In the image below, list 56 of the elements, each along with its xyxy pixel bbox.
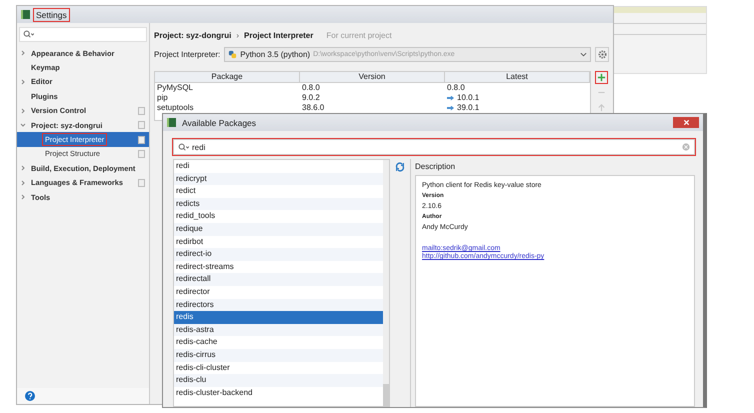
table-cell-text: 38.6.0 — [301, 103, 326, 113]
clear-icon[interactable] — [682, 143, 690, 151]
table-cell: 0.8.0 — [447, 83, 465, 93]
column-header[interactable]: Version — [300, 72, 445, 82]
add-icon[interactable] — [596, 72, 607, 83]
list-item[interactable]: redirector — [174, 286, 383, 299]
scrollbar[interactable] — [383, 160, 389, 406]
list-item[interactable]: redis-cli-cluster — [174, 362, 383, 374]
window-title: Settings — [34, 8, 69, 20]
column-header[interactable]: Package — [155, 72, 300, 82]
close-button[interactable] — [673, 117, 699, 128]
dialog-title: Available Packages — [181, 116, 258, 128]
table-cell: 39.0.1 — [457, 103, 480, 113]
table-cell-text: pip — [156, 93, 169, 103]
close-icon — [682, 119, 690, 126]
field-label: Project Interpreter: — [154, 50, 220, 58]
list-item[interactable]: redis-astra — [174, 324, 383, 336]
refresh-icon[interactable] — [395, 162, 405, 172]
help-icon[interactable] — [25, 391, 35, 401]
table-cell: 10.0.1 — [457, 93, 480, 103]
list-item[interactable]: redis-cirrus — [174, 348, 383, 362]
list-item[interactable]: redis-cluster-backend — [174, 386, 383, 400]
column-header[interactable]: Latest — [445, 72, 590, 82]
scope-note: For current project — [326, 30, 392, 40]
list-item[interactable]: redique — [174, 222, 383, 236]
table-cell-text: 0.8.0 — [301, 83, 321, 93]
list-item[interactable]: redicrypt — [174, 172, 383, 186]
list-item[interactable]: redicts — [174, 198, 383, 210]
table-cell-text: setuptools — [156, 103, 194, 113]
list-item[interactable]: redirectall — [174, 273, 383, 286]
app-icon — [21, 10, 30, 19]
breadcrumb-item[interactable]: Project Interpreter — [244, 30, 314, 40]
search-field[interactable]: redi — [173, 139, 695, 155]
list-item[interactable]: redirectors — [174, 298, 383, 312]
list-item[interactable]: redirect-io — [174, 248, 383, 261]
app-icon — [167, 118, 176, 127]
list-item[interactable]: redirbot — [174, 236, 383, 248]
caret-icon — [580, 52, 587, 56]
list-item[interactable]: redid_tools — [174, 210, 383, 223]
gear-icon — [598, 50, 606, 58]
settings-button[interactable] — [595, 46, 609, 62]
table-cell-text: PyMySQL — [156, 83, 194, 93]
search-icon — [23, 30, 34, 39]
table-cell-text: 9.0.2 — [301, 93, 321, 103]
list-item[interactable]: redict — [174, 185, 383, 198]
section-label: Description — [415, 162, 456, 172]
search-icon — [178, 142, 189, 152]
list-item[interactable]: redis — [174, 311, 383, 324]
list-item[interactable]: redis-clu — [174, 374, 383, 387]
search-field[interactable] — [19, 27, 147, 42]
list-item[interactable]: redirect-streams — [174, 260, 383, 274]
breadcrumb-separator: › — [236, 30, 240, 40]
python-icon — [228, 50, 238, 58]
list-item[interactable]: redi — [174, 160, 383, 173]
list-item[interactable]: redis-cache — [174, 336, 383, 349]
breadcrumb-item[interactable]: Project: syz-dongrui — [154, 30, 232, 40]
